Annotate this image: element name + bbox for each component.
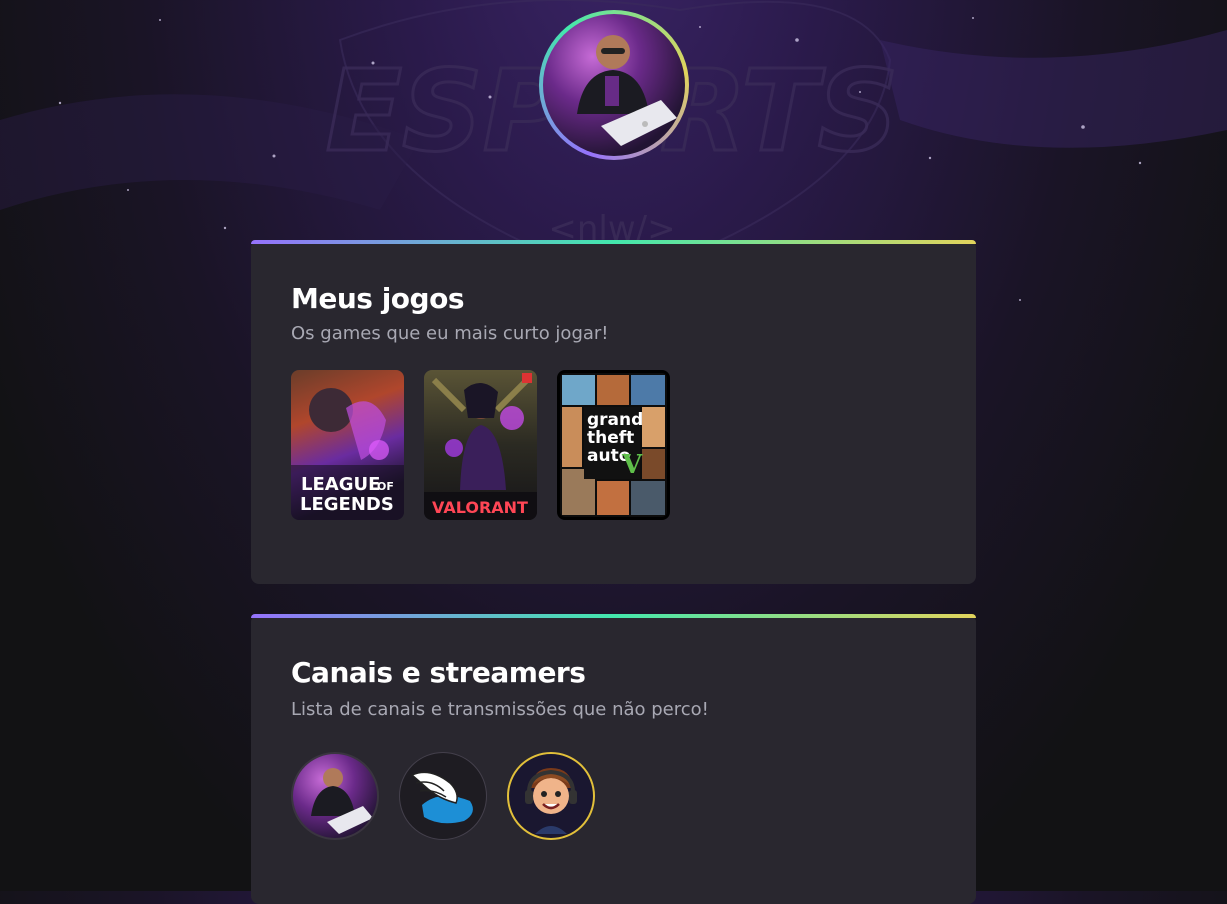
- gta-logo-grand: grand: [587, 410, 643, 430]
- gta-logo-theft: theft: [587, 428, 634, 448]
- profile-avatar: [539, 10, 689, 160]
- streamers-card-subtitle: Lista de canais e transmissões que não p…: [291, 699, 709, 720]
- game-cover-league-of-legends[interactable]: LEAGUE OF LEGENDS: [291, 370, 404, 520]
- valorant-logo: VALORANT: [432, 498, 528, 517]
- gta-logo-numeral: V: [621, 450, 643, 480]
- streamer-avatar-2[interactable]: [399, 752, 487, 840]
- lol-logo-line1: LEAGUE: [301, 474, 380, 495]
- streamers-card-title: Canais e streamers: [291, 656, 586, 689]
- person-at-laptop-avatar: [311, 768, 373, 834]
- game-cover-gta-v[interactable]: grand theft auto V: [557, 370, 670, 520]
- lol-logo-of: OF: [377, 480, 394, 493]
- winged-emblem-avatar: [410, 771, 473, 824]
- games-list: LEAGUE OF LEGENDS VALORANT grand theft a…: [291, 370, 936, 520]
- streamers-card: Canais e streamers Lista de canais e tra…: [251, 614, 976, 904]
- games-card: Meus jogos Os games que eu mais curto jo…: [251, 240, 976, 584]
- game-cover-valorant[interactable]: VALORANT: [424, 370, 537, 520]
- streamer-avatar-3[interactable]: [507, 752, 595, 840]
- games-card-subtitle: Os games que eu mais curto jogar!: [291, 323, 609, 344]
- streamer-avatar-1[interactable]: [291, 752, 379, 840]
- streamers-list: [291, 752, 936, 840]
- lol-logo-line2: LEGENDS: [300, 494, 394, 515]
- games-card-title: Meus jogos: [291, 282, 464, 315]
- person-at-laptop-avatar: [543, 14, 685, 156]
- cartoon-gamer-avatar: [525, 768, 577, 834]
